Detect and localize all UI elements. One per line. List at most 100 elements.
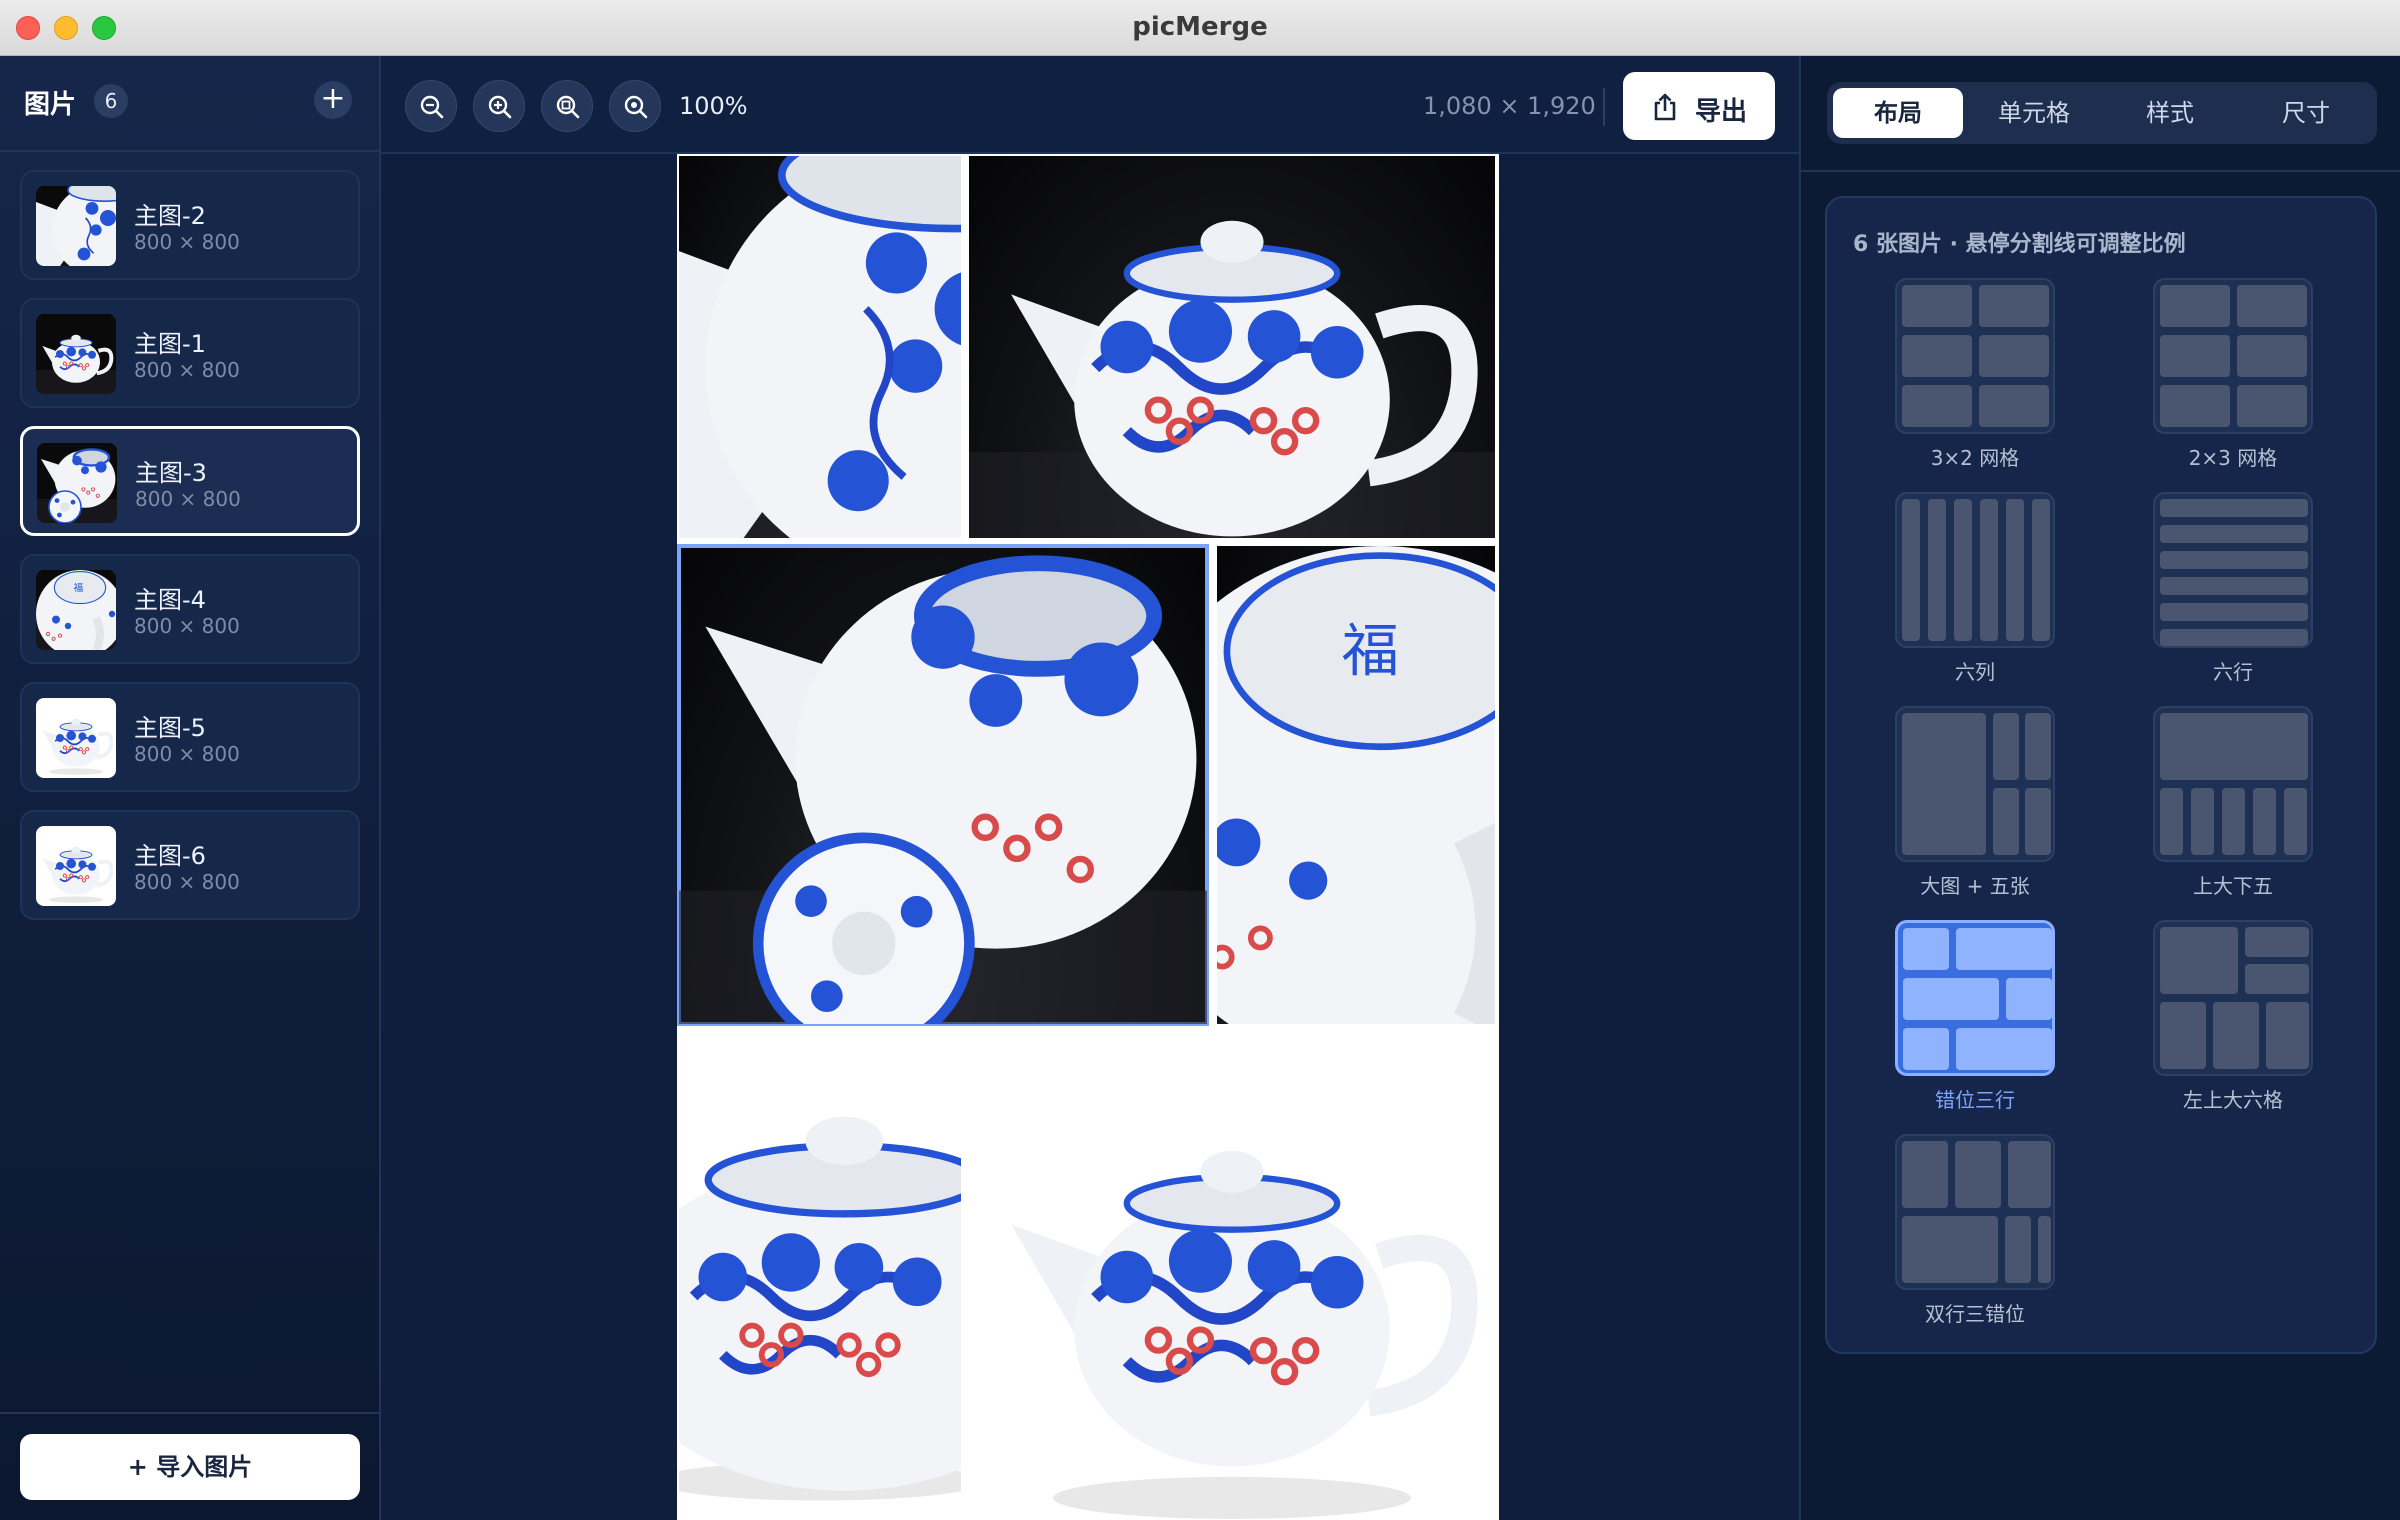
layout-preview-block — [2266, 1002, 2309, 1069]
collage-cell[interactable]: 福 — [1217, 546, 1495, 1024]
export-button[interactable]: 导出 — [1623, 72, 1775, 140]
layout-preview-block — [1902, 1216, 1998, 1283]
layout-preview-icon — [1895, 920, 2055, 1076]
canvas-toolbar: 100% 1,080 × 1,920 导出 — [381, 56, 1799, 154]
image-name: 主图-6 — [134, 842, 206, 870]
image-list-item[interactable]: 主图-3 800 × 800 — [20, 426, 360, 536]
collage-cell[interactable] — [677, 544, 1209, 1026]
image-name: 主图-1 — [134, 330, 206, 358]
svg-text:福: 福 — [74, 582, 84, 594]
layout-preview-block — [2160, 1002, 2206, 1069]
layout-preview-block — [1902, 1141, 1948, 1208]
svg-text:福: 福 — [1342, 617, 1399, 684]
layout-preview-block — [2006, 978, 2052, 1020]
layout-preview-block — [1902, 713, 1986, 855]
layout-preview-block — [1902, 285, 1972, 327]
layout-preview-block — [1928, 499, 1946, 641]
layout-preview-icon — [1895, 1134, 2055, 1290]
zoom-reset-button[interactable] — [609, 80, 661, 132]
layout-option[interactable]: 上大下五 — [2153, 706, 2313, 898]
collage-canvas: 福 — [677, 154, 1499, 1520]
layout-preview-block — [2160, 577, 2308, 595]
layout-preview-block — [2008, 1141, 2051, 1208]
image-name: 主图-5 — [134, 714, 206, 742]
layout-preview-block — [1902, 499, 1920, 641]
toolbar-separator — [1603, 88, 1605, 126]
layout-option-label: 六列 — [1955, 660, 1995, 684]
layout-preview-block — [2160, 927, 2238, 994]
zoom-out-button[interactable] — [405, 80, 457, 132]
layout-preview-block — [2237, 285, 2307, 327]
layout-option[interactable]: 大图 + 五张 — [1895, 706, 2055, 898]
layout-preview-block — [1993, 713, 2019, 780]
image-thumbnail — [36, 186, 116, 266]
collage-cell[interactable] — [679, 156, 961, 538]
image-list-item[interactable]: 主图-5 800 × 800 — [20, 682, 360, 792]
layout-preview-block — [1979, 335, 2049, 377]
layout-option[interactable]: 3×2 网格 — [1895, 278, 2055, 470]
layout-preview-block — [2160, 499, 2308, 517]
settings-tab[interactable]: 单元格 — [1969, 88, 2099, 138]
layout-preview-block — [1954, 499, 1972, 641]
layout-preview-block — [2191, 788, 2214, 855]
layout-option-label: 2×3 网格 — [2188, 446, 2278, 470]
layout-preview-block — [1979, 385, 2049, 427]
image-list-item[interactable]: 主图-2 800 × 800 — [20, 170, 360, 280]
layout-option-label: 3×2 网格 — [1930, 446, 2020, 470]
layout-option[interactable]: 双行三错位 — [1895, 1134, 2055, 1326]
image-size: 800 × 800 — [134, 230, 240, 254]
layout-option[interactable]: 六行 — [2153, 492, 2313, 684]
collage-cell[interactable] — [969, 156, 1495, 538]
import-images-button[interactable]: + 导入图片 — [20, 1434, 360, 1500]
layout-options-card: 6 张图片 · 悬停分割线可调整比例 3×2 网格 2×3 网格六列 六行 大图 + … — [1825, 196, 2377, 1354]
layout-option[interactable]: 2×3 网格 — [2153, 278, 2313, 470]
window-title: picMerge — [1132, 12, 1268, 42]
image-count-badge: 6 — [94, 84, 128, 118]
collage-cell[interactable] — [679, 1034, 961, 1520]
layout-preview-block — [2245, 964, 2309, 994]
layout-preview-block — [1993, 788, 2019, 855]
panel-divider — [1801, 170, 2400, 172]
layout-preview-block — [2237, 385, 2307, 427]
zoom-fit-button[interactable] — [541, 80, 593, 132]
layout-option[interactable]: 左上大六格 — [2153, 920, 2313, 1112]
layout-preview-block — [1955, 1141, 2001, 1208]
layout-preview-block — [2253, 788, 2276, 855]
layout-preview-block — [2160, 335, 2230, 377]
layout-option-label: 上大下五 — [2193, 874, 2273, 898]
image-size: 800 × 800 — [134, 870, 240, 894]
layout-preview-icon — [2153, 706, 2313, 862]
layout-preview-block — [1980, 499, 1998, 641]
image-name: 主图-2 — [134, 202, 206, 230]
collage-cell[interactable] — [969, 1034, 1495, 1520]
layout-preview-block — [2160, 285, 2230, 327]
settings-tabs: 布局 单元格 样式 尺寸 — [1827, 82, 2377, 144]
layout-option-label: 错位三行 — [1935, 1088, 2015, 1112]
add-image-button[interactable]: + — [314, 81, 352, 119]
image-size: 800 × 800 — [135, 487, 241, 511]
settings-tab[interactable]: 样式 — [2105, 88, 2235, 138]
settings-tab[interactable]: 尺寸 — [2241, 88, 2371, 138]
export-label: 导出 — [1695, 97, 1748, 127]
zoom-in-icon — [488, 95, 512, 119]
zoom-out-icon — [420, 95, 444, 119]
image-list-item[interactable]: 主图-1 800 × 800 — [20, 298, 360, 408]
layout-preview-block — [2160, 525, 2308, 543]
layout-option[interactable]: 错位三行 — [1895, 920, 2055, 1112]
image-sidebar: 图片 6 + 主图-2 800 × 800 主图-1 800 × 800 主图-3 800… — [0, 56, 381, 1520]
image-list-item[interactable]: 福 主图-4 800 × 800 — [20, 554, 360, 664]
layout-preview-block — [2005, 1216, 2031, 1283]
layout-hint: 6 张图片 · 悬停分割线可调整比例 — [1853, 232, 2186, 257]
layout-option[interactable]: 六列 — [1895, 492, 2055, 684]
layout-preview-block — [2160, 629, 2308, 646]
layout-preview-block — [2038, 1216, 2051, 1283]
layout-preview-block — [2237, 335, 2307, 377]
layout-preview-block — [1902, 335, 1972, 377]
layout-preview-icon — [2153, 492, 2313, 648]
canvas-dimensions: 1,080 × 1,920 — [1423, 92, 1596, 120]
settings-tab[interactable]: 布局 — [1833, 88, 1963, 138]
zoom-in-button[interactable] — [473, 80, 525, 132]
layout-preview-block — [1956, 928, 2052, 970]
image-list-item[interactable]: 主图-6 800 × 800 — [20, 810, 360, 920]
layout-preview-block — [1956, 1028, 2052, 1070]
